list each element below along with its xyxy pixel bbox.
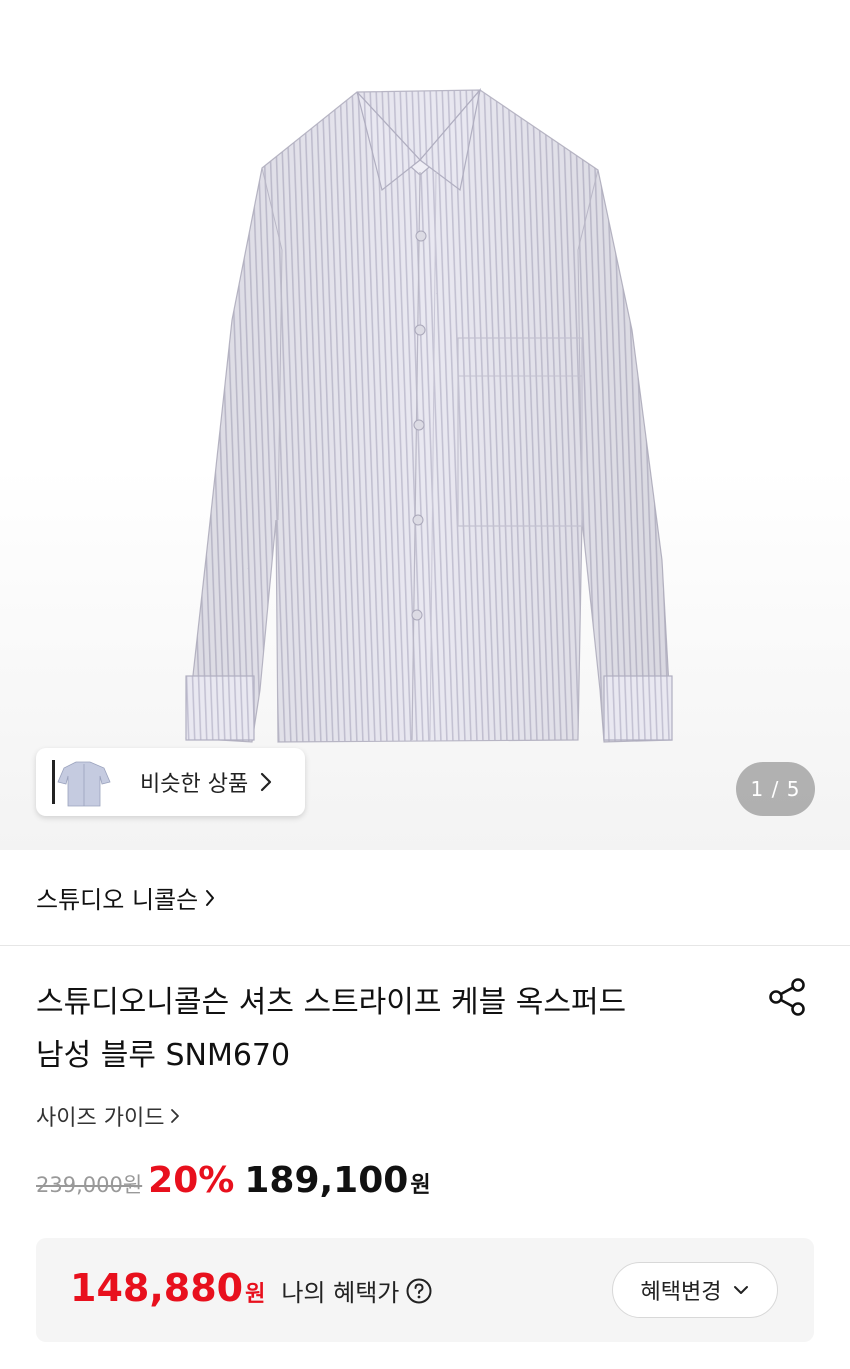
sale-price-unit: 원 (410, 1173, 431, 1198)
share-icon[interactable] (766, 976, 810, 1024)
discount-rate: 20% (148, 1160, 235, 1201)
product-title-line-1: 스튜디오니콜슨 셔츠 스트라이프 케블 옥스퍼드 (36, 985, 627, 1020)
question-circle-icon[interactable] (405, 1277, 433, 1305)
product-title-line-2: 남성 블루 SNM670 (36, 1038, 291, 1073)
image-page-indicator: 1 / 5 (736, 762, 815, 816)
benefit-price-unit: 원 (245, 1282, 266, 1307)
benefit-price-value: 148,880 (70, 1266, 244, 1310)
change-benefit-button[interactable]: 혜택변경 (612, 1262, 778, 1318)
chevron-right-icon (170, 1107, 180, 1125)
size-guide-label: 사이즈 가이드 (36, 1106, 165, 1131)
similar-products-label: 비슷한 상품 (140, 772, 249, 797)
price-row: 239,000원 20% 189,100 원 (36, 1160, 431, 1210)
brand-name: 스튜디오 니콜슨 (36, 886, 199, 914)
chevron-right-icon (260, 772, 272, 792)
chevron-right-icon (204, 888, 216, 908)
original-price: 239,000원 (36, 1173, 143, 1197)
benefit-price-label: 나의 혜택가 (281, 1279, 400, 1307)
similar-products-button[interactable]: 비슷한 상품 (36, 748, 305, 816)
benefit-price: 148,880 원 나의 혜택가 (70, 1266, 433, 1310)
product-title: 스튜디오니콜슨 셔츠 스트라이프 케블 옥스퍼드 남성 블루 SNM670 (36, 976, 736, 1082)
product-image (185, 87, 673, 743)
similar-product-thumbnail (48, 754, 118, 810)
brand-link[interactable]: 스튜디오 니콜슨 (0, 850, 850, 946)
sale-price: 189,100 (244, 1160, 409, 1201)
product-image-gallery[interactable]: 비슷한 상품 1 / 5 (0, 0, 850, 850)
change-benefit-label: 혜택변경 (640, 1280, 722, 1305)
size-guide-link[interactable]: 사이즈 가이드 (36, 1100, 180, 1132)
benefit-price-box: 148,880 원 나의 혜택가 혜택변경 (36, 1238, 814, 1342)
chevron-down-icon (733, 1285, 749, 1295)
